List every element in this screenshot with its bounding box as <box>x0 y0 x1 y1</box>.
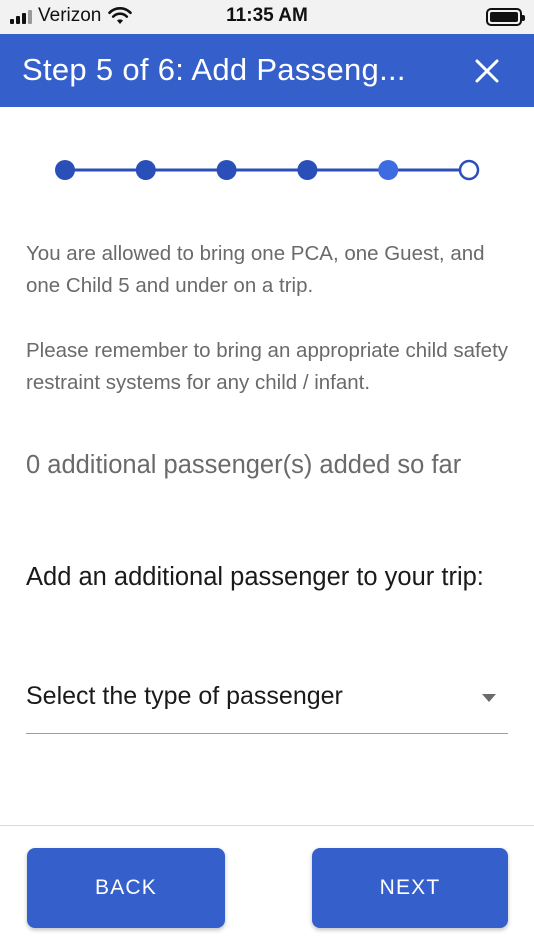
progress-stepper <box>0 148 534 192</box>
chevron-down-icon <box>482 694 496 702</box>
step-dot-completed <box>216 160 237 180</box>
step-dot-completed <box>55 160 75 180</box>
step-dot-completed <box>297 160 318 180</box>
passenger-type-select[interactable]: Select the type of passenger <box>26 670 508 734</box>
step-dot-completed <box>135 160 156 180</box>
safety-reminder-text: Please remember to bring an appropriate … <box>26 339 509 394</box>
close-icon <box>475 59 499 83</box>
status-time: 11:35 AM <box>226 5 308 26</box>
step-dot-current <box>378 160 399 180</box>
next-button[interactable]: NEXT <box>312 848 508 928</box>
close-button[interactable] <box>470 54 504 88</box>
status-bar: Verizon 11:35 AM <box>0 0 534 34</box>
app-header: Step 5 of 6: Add Passeng... <box>0 34 534 107</box>
add-passenger-heading: Add an additional passenger to your trip… <box>26 563 484 591</box>
passenger-count-text: 0 additional passenger(s) added so far <box>26 451 462 479</box>
passenger-type-value: Select the type of passenger <box>26 682 343 710</box>
battery-icon <box>486 8 525 26</box>
footer-divider <box>0 825 534 826</box>
step-dot-upcoming <box>458 159 480 181</box>
page-title: Step 5 of 6: Add Passeng... <box>22 52 406 87</box>
back-button[interactable]: BACK <box>27 848 225 928</box>
stepper-graphic <box>55 159 480 181</box>
allowed-passengers-text: You are allowed to bring one PCA, one Gu… <box>26 242 485 297</box>
